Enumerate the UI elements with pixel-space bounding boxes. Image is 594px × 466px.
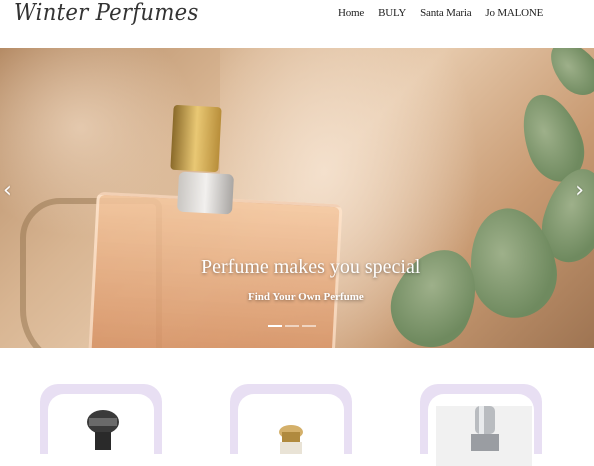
site-logo[interactable]: Winter Perfumes: [14, 0, 199, 26]
dark-perfume-bottle-image: [87, 410, 119, 450]
product-card[interactable]: [40, 384, 162, 464]
carousel-indicators: [268, 325, 316, 327]
site-header: Winter Perfumes Home BULY Santa Maria Jo…: [0, 0, 594, 48]
carousel-prev-button[interactable]: ‹: [3, 180, 12, 202]
chevron-right-icon: ›: [575, 178, 584, 203]
hero-bottle-neck: [176, 171, 235, 215]
hero-bottle-cap: [170, 104, 222, 173]
hero-subtitle: Find Your Own Perfume: [248, 291, 364, 303]
nav-home[interactable]: Home: [338, 7, 364, 19]
nav-buly[interactable]: BULY: [378, 7, 406, 19]
carousel-next-button[interactable]: ›: [575, 180, 584, 202]
product-card[interactable]: [420, 384, 542, 466]
product-card-image: [48, 394, 154, 464]
hero-title: Perfume makes you special: [201, 256, 421, 278]
nav-jo-malone[interactable]: Jo MALONE: [485, 7, 543, 19]
nav-santa-maria[interactable]: Santa Maria: [420, 7, 471, 19]
product-card-image: [238, 394, 344, 464]
chevron-left-icon: ‹: [3, 178, 12, 203]
carousel-indicator-2[interactable]: [285, 325, 299, 327]
gold-cap-perfume-bottle-image: [279, 425, 303, 454]
product-card-image: [428, 394, 534, 466]
carousel-indicator-3[interactable]: [302, 325, 316, 327]
hero-carousel: Perfume makes you special Find Your Own …: [0, 48, 594, 348]
product-card[interactable]: [230, 384, 352, 464]
silver-perfume-bottle-image: [471, 406, 499, 451]
main-nav: Home BULY Santa Maria Jo MALONE: [338, 7, 557, 19]
carousel-indicator-1[interactable]: [268, 325, 282, 327]
